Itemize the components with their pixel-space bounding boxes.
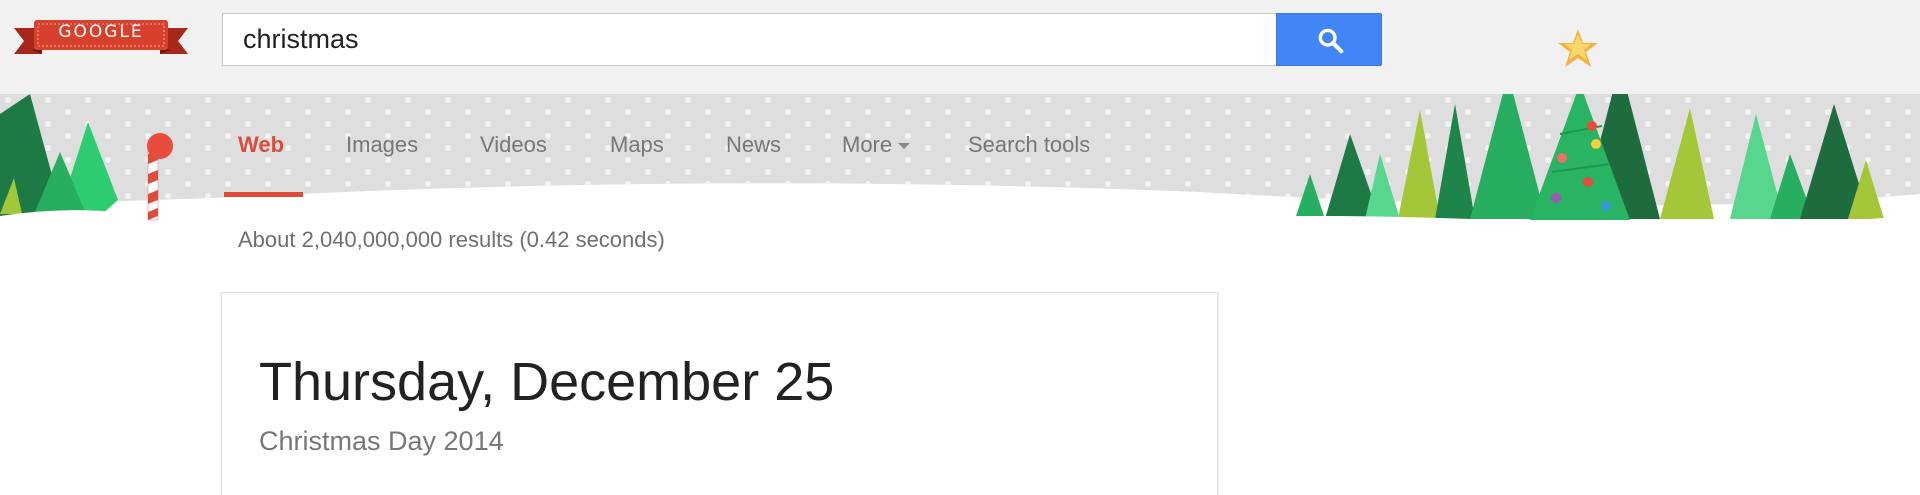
tab-web[interactable]: Web: [238, 132, 284, 158]
search-button[interactable]: [1276, 13, 1382, 66]
tab-videos[interactable]: Videos: [480, 132, 547, 158]
search-box[interactable]: [222, 13, 1277, 66]
chevron-down-icon: [898, 143, 911, 150]
logo-text: GOOGLE: [58, 22, 144, 42]
answer-title: Thursday, December 25: [259, 352, 835, 412]
answer-subtitle: Christmas Day 2014: [259, 426, 504, 456]
tab-more-label: More: [842, 132, 893, 157]
search-icon: [1318, 28, 1344, 54]
holiday-decoration-band: [0, 94, 1920, 244]
active-tab-indicator: [224, 192, 303, 197]
tab-images[interactable]: Images: [346, 132, 418, 158]
star-icon: [1558, 29, 1598, 67]
google-logo[interactable]: GOOGLE: [14, 16, 188, 60]
tab-news[interactable]: News: [726, 132, 781, 158]
tab-more[interactable]: More: [842, 132, 911, 158]
result-stats: About 2,040,000,000 results (0.42 second…: [238, 227, 665, 252]
search-input[interactable]: [223, 14, 1277, 65]
tab-maps[interactable]: Maps: [610, 132, 664, 158]
answer-card: Thursday, December 25 Christmas Day 2014: [221, 292, 1218, 495]
search-tools-button[interactable]: Search tools: [968, 132, 1090, 158]
